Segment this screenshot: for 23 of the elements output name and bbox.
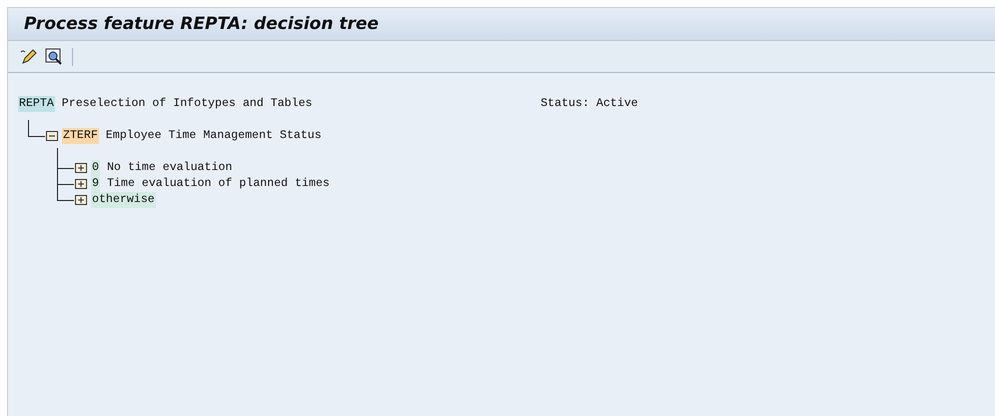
window-title: Process feature REPTA: decision tree — [8, 8, 995, 41]
inspect-button[interactable] — [44, 46, 64, 66]
node-key[interactable]: 0 — [91, 160, 100, 176]
node-key[interactable]: ZTERF — [62, 128, 99, 144]
expand-icon[interactable] — [75, 179, 87, 189]
expand-icon[interactable] — [75, 195, 87, 205]
node-text: Time evaluation of planned times — [106, 176, 330, 192]
status-text: Status: Active — [540, 96, 638, 112]
node-key[interactable]: REPTA — [18, 96, 55, 112]
node-key[interactable]: otherwise — [91, 192, 156, 208]
node-text: No time evaluation — [106, 160, 232, 176]
edit-button[interactable] — [18, 46, 38, 66]
pencil-icon — [19, 48, 37, 66]
expand-icon[interactable] — [75, 163, 87, 173]
node-text: Preselection of Infotypes and Tables — [62, 96, 312, 112]
connector-line — [57, 184, 74, 201]
connector-line — [57, 168, 74, 185]
node-text: Employee Time Management Status — [106, 128, 322, 144]
magnifier-icon — [45, 48, 63, 66]
connector-line — [57, 148, 74, 169]
node-key[interactable]: 9 — [91, 176, 100, 192]
connector-line — [28, 120, 45, 137]
collapse-icon[interactable] — [46, 131, 58, 141]
